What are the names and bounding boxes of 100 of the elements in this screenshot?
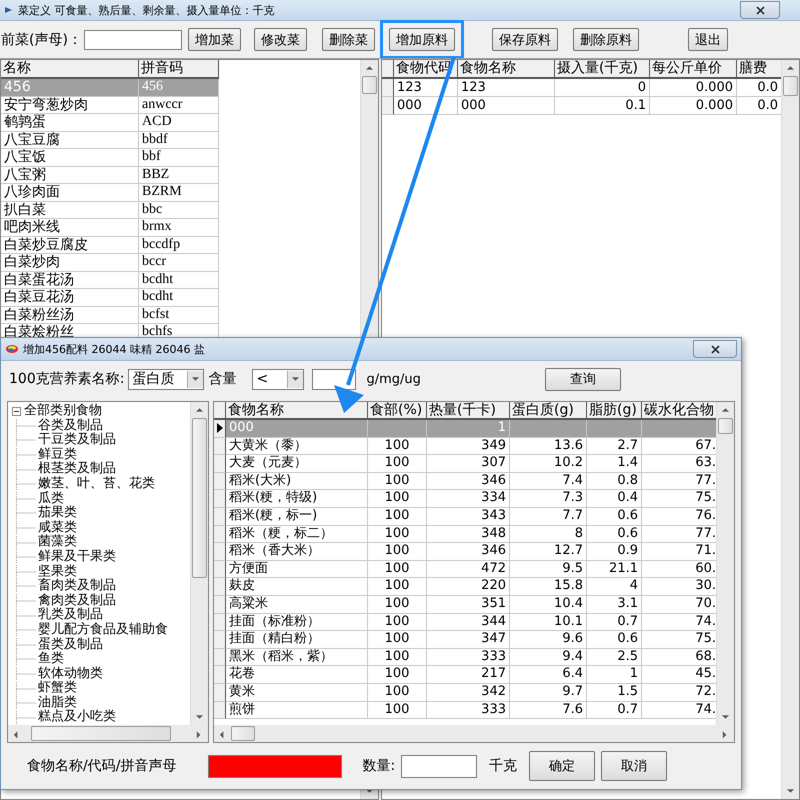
column-header[interactable]: 脂肪(g) (587, 402, 642, 420)
toolbar-button[interactable]: 删除菜 (322, 28, 375, 51)
row-header[interactable] (214, 614, 226, 632)
row-header[interactable] (214, 420, 226, 438)
dropdown-icon[interactable] (191, 375, 200, 383)
table-cell: 123 (394, 79, 458, 97)
vertical-scrollbar[interactable] (716, 402, 734, 725)
dialog-button[interactable]: 确定 (529, 751, 596, 781)
column-header[interactable]: 拼音码 (139, 60, 219, 79)
column-header[interactable]: 食物名称 (226, 402, 368, 420)
scroll-up-icon[interactable] (195, 406, 204, 414)
row-header[interactable] (214, 455, 226, 473)
horizontal-scrollbar[interactable] (214, 725, 734, 742)
dropdown-icon[interactable] (291, 375, 300, 383)
food-search-field[interactable] (208, 754, 342, 778)
amount-field[interactable] (312, 368, 356, 390)
scroll-thumb[interactable] (718, 418, 733, 434)
scroll-up-icon[interactable] (786, 64, 795, 72)
column-header[interactable]: 蛋白质(g) (510, 402, 587, 420)
scroll-up-icon[interactable] (721, 406, 730, 414)
tree-item[interactable]: 虾蟹类 (38, 681, 77, 696)
row-header[interactable] (214, 631, 226, 649)
tree-connector (16, 638, 38, 652)
scroll-down-icon[interactable] (721, 713, 730, 721)
tree-item[interactable]: 菌藻类 (38, 535, 77, 550)
column-header[interactable]: 食物名称 (458, 60, 555, 79)
row-header[interactable] (214, 508, 226, 526)
close-button[interactable] (693, 340, 737, 358)
row-header[interactable] (214, 596, 226, 614)
table-cell: 安宁弯葱炒肉 (1, 96, 139, 114)
table-cell: 100 (368, 472, 427, 490)
tree-item[interactable]: 干豆类及制品 (38, 433, 116, 448)
column-header[interactable]: 碳水化合物 (642, 402, 716, 420)
column-header[interactable]: 每公斤单价 (650, 60, 737, 79)
collapse-icon[interactable] (12, 406, 21, 416)
row-header[interactable] (214, 526, 226, 544)
table-cell: 高粱米 (226, 596, 368, 614)
tree-item[interactable]: 坚果类 (38, 564, 77, 580)
table-cell: 大黄米（黍） (226, 438, 368, 456)
row-header[interactable] (214, 666, 226, 684)
row-header[interactable] (214, 648, 226, 666)
tree-item[interactable]: 咸菜类 (38, 520, 77, 536)
row-header[interactable] (214, 472, 226, 490)
row-header[interactable] (382, 79, 394, 97)
column-header[interactable]: 摄入量(千克) (555, 60, 650, 79)
dialog-button[interactable]: 取消 (601, 751, 668, 781)
tree-item[interactable]: 嫩茎、叶、苔、花类 (38, 476, 155, 492)
tree-item[interactable]: 鲜果及干果类 (38, 550, 116, 565)
tree-item[interactable]: 瓜类 (38, 492, 64, 506)
tree-item[interactable]: 蛋类及制品 (38, 638, 103, 652)
row-header[interactable] (214, 560, 226, 578)
vertical-scrollbar[interactable] (781, 60, 799, 799)
scroll-thumb[interactable] (31, 726, 171, 741)
row-header[interactable] (214, 702, 226, 720)
column-header[interactable]: 食部(%) (368, 402, 427, 420)
tree-item[interactable]: 油脂类 (38, 696, 77, 710)
table-cell: 346 (427, 543, 510, 561)
vertical-scrollbar[interactable] (190, 402, 208, 725)
tree-item[interactable]: 乳类及制品 (38, 608, 103, 623)
tree-item[interactable]: 糕点及小吃类 (38, 710, 116, 725)
scroll-thumb[interactable] (783, 76, 798, 96)
scroll-thumb[interactable] (362, 76, 377, 94)
column-header[interactable]: 热量(千卡) (427, 402, 510, 420)
horizontal-scrollbar[interactable] (8, 725, 208, 742)
quantity-field[interactable] (401, 754, 478, 778)
row-header[interactable] (214, 543, 226, 561)
query-button[interactable]: 查询 (544, 368, 621, 390)
toolbar-button[interactable]: 保存原料 (492, 28, 558, 51)
toolbar-button[interactable]: 删除原料 (572, 28, 639, 51)
tree-item[interactable]: 谷类及制品 (38, 418, 103, 434)
tree-item[interactable]: 禽肉类及制品 (38, 594, 116, 608)
column-header[interactable]: 名称 (1, 60, 139, 79)
tree-item[interactable]: 鲜豆类 (38, 448, 77, 462)
scroll-down-icon[interactable] (786, 787, 795, 795)
column-header[interactable]: 膳费 (737, 60, 781, 79)
tree-item[interactable]: 婴儿配方食品及辅助食 (38, 622, 168, 638)
tree-item[interactable]: 畜肉类及制品 (38, 579, 116, 594)
tree-item[interactable]: 软体动物类 (38, 666, 103, 682)
scroll-thumb[interactable] (192, 418, 207, 578)
scroll-up-icon[interactable] (365, 64, 374, 72)
close-button[interactable] (740, 1, 780, 19)
operator-select[interactable]: < (252, 368, 304, 390)
tree-item[interactable]: 根茎类及制品 (38, 462, 116, 477)
row-header[interactable] (214, 684, 226, 702)
table-cell: 吧肉米线 (1, 219, 139, 236)
tree-item[interactable]: 全部类别食物 (24, 404, 102, 419)
row-header[interactable] (214, 578, 226, 596)
row-header[interactable] (382, 97, 394, 115)
row-header[interactable] (214, 438, 226, 456)
dish-search-field[interactable] (84, 30, 182, 50)
toolbar-button[interactable]: 增加菜 (188, 28, 241, 51)
toolbar-button[interactable]: 增加原料 (388, 28, 455, 51)
toolbar-button[interactable]: 修改菜 (254, 28, 307, 51)
toolbar-button[interactable]: 退出 (688, 28, 728, 51)
nutrient-select[interactable]: 蛋白质 (128, 368, 204, 390)
scroll-down-icon[interactable] (195, 713, 204, 721)
scroll-thumb[interactable] (231, 726, 255, 741)
tree-item[interactable]: 鱼类 (38, 652, 64, 667)
tree-item[interactable]: 茄果类 (38, 506, 77, 521)
row-header[interactable] (214, 490, 226, 508)
